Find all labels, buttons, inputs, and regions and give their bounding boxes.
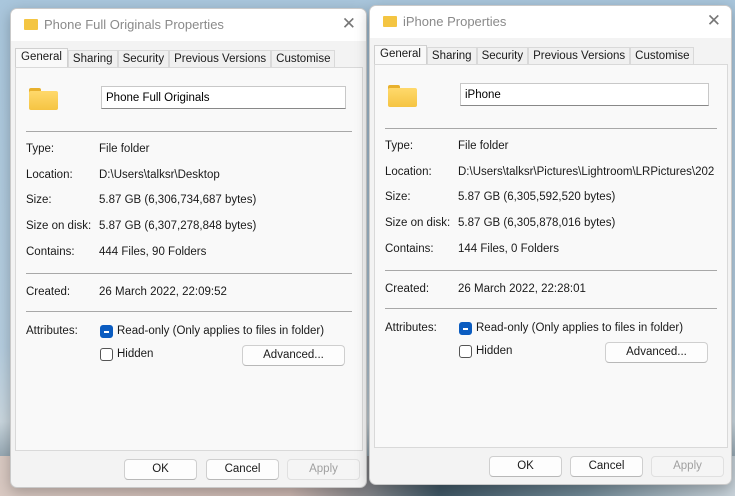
size-value: 5.87 GB (6,306,734,687 bytes) <box>99 194 257 206</box>
cancel-button[interactable]: Cancel <box>206 459 279 480</box>
created-value: 26 March 2022, 22:09:52 <box>99 286 227 298</box>
contains-label: Contains: <box>26 246 75 258</box>
window-title: Phone Full Originals Properties <box>44 17 224 32</box>
general-panel: Type: File folder Location: D:\Users\tal… <box>15 67 363 451</box>
readonly-checkbox[interactable] <box>459 322 472 335</box>
hidden-checkbox[interactable] <box>459 345 472 358</box>
contains-value: 144 Files, 0 Folders <box>458 243 559 255</box>
tab-bar: General Sharing Security Previous Versio… <box>15 48 336 68</box>
readonly-label[interactable]: Read-only (Only applies to files in fold… <box>476 322 683 334</box>
type-value: File folder <box>458 140 509 152</box>
tab-previous-versions[interactable]: Previous Versions <box>528 47 631 65</box>
cancel-button[interactable]: Cancel <box>570 456 643 477</box>
location-value: D:\Users\talksr\Desktop <box>99 169 220 181</box>
size-label: Size: <box>385 191 411 203</box>
folder-icon <box>29 88 58 110</box>
created-value: 26 March 2022, 22:28:01 <box>458 283 586 295</box>
close-button[interactable]: ✕ <box>707 11 721 31</box>
hidden-label[interactable]: Hidden <box>117 348 153 360</box>
tab-security[interactable]: Security <box>476 47 529 65</box>
folder-icon <box>383 16 397 27</box>
created-label: Created: <box>385 283 430 295</box>
folder-icon <box>388 85 417 107</box>
size-on-disk-label: Size on disk: <box>26 220 92 232</box>
hidden-label[interactable]: Hidden <box>476 345 512 357</box>
contains-label: Contains: <box>385 243 434 255</box>
ok-button[interactable]: OK <box>124 459 197 480</box>
apply-button[interactable]: Apply <box>651 456 724 477</box>
properties-dialog-iphone: iPhone Properties ✕ General Sharing Secu… <box>369 5 732 485</box>
window-title: iPhone Properties <box>403 14 507 29</box>
readonly-checkbox[interactable] <box>100 325 113 338</box>
type-value: File folder <box>99 143 150 155</box>
advanced-button[interactable]: Advanced... <box>242 345 345 366</box>
divider <box>26 273 352 274</box>
ok-button[interactable]: OK <box>489 456 562 477</box>
properties-dialog-phone-full-originals: Phone Full Originals Properties ✕ Genera… <box>10 8 367 488</box>
tab-security[interactable]: Security <box>117 50 170 68</box>
readonly-label[interactable]: Read-only (Only applies to files in fold… <box>117 325 324 337</box>
title-bar: Phone Full Originals Properties ✕ <box>11 9 366 41</box>
tab-general[interactable]: General <box>15 48 68 68</box>
created-label: Created: <box>26 286 71 298</box>
type-label: Type: <box>26 143 55 155</box>
type-label: Type: <box>385 140 414 152</box>
tab-previous-versions[interactable]: Previous Versions <box>169 50 272 68</box>
size-on-disk-value: 5.87 GB (6,305,878,016 bytes) <box>458 217 616 229</box>
folder-icon <box>24 19 38 30</box>
tab-customise[interactable]: Customise <box>271 50 336 68</box>
folder-name-input[interactable] <box>460 83 709 106</box>
apply-button[interactable]: Apply <box>287 459 360 480</box>
size-value: 5.87 GB (6,305,592,520 bytes) <box>458 191 616 203</box>
general-panel: Type: File folder Location: D:\Users\tal… <box>374 64 728 448</box>
tab-customise[interactable]: Customise <box>630 47 695 65</box>
size-on-disk-value: 5.87 GB (6,307,278,848 bytes) <box>99 220 257 232</box>
divider <box>385 270 717 271</box>
size-on-disk-label: Size on disk: <box>385 217 451 229</box>
attributes-label: Attributes: <box>26 325 78 337</box>
tab-bar: General Sharing Security Previous Versio… <box>374 45 695 65</box>
advanced-button[interactable]: Advanced... <box>605 342 708 363</box>
tab-sharing[interactable]: Sharing <box>426 47 477 65</box>
attributes-label: Attributes: <box>385 322 437 334</box>
location-value: D:\Users\talksr\Pictures\Lightroom\LRPic… <box>458 166 715 178</box>
divider <box>385 308 717 309</box>
tab-sharing[interactable]: Sharing <box>67 50 118 68</box>
divider <box>26 131 352 132</box>
close-button[interactable]: ✕ <box>342 14 356 34</box>
size-label: Size: <box>26 194 52 206</box>
location-label: Location: <box>385 166 432 178</box>
hidden-checkbox[interactable] <box>100 348 113 361</box>
contains-value: 444 Files, 90 Folders <box>99 246 207 258</box>
divider <box>385 128 717 129</box>
folder-name-input[interactable] <box>101 86 346 109</box>
tab-general[interactable]: General <box>374 45 427 65</box>
title-bar: iPhone Properties ✕ <box>370 6 731 38</box>
divider <box>26 311 352 312</box>
location-label: Location: <box>26 169 73 181</box>
